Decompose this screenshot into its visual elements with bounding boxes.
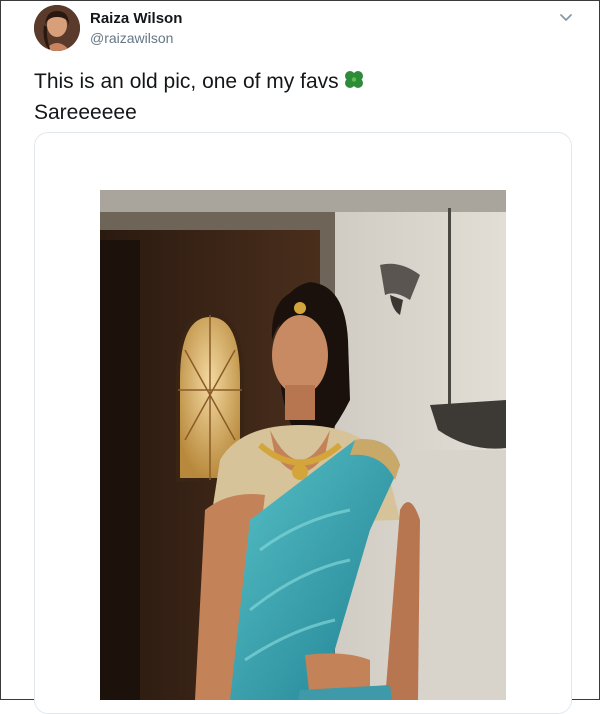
tweet-photo[interactable] [100, 190, 506, 700]
author-name[interactable]: Raiza Wilson [90, 10, 182, 27]
tweet-text-line: Sareeeeee [34, 101, 137, 124]
tweet-text-line: This is an old pic, one of my favs [34, 68, 554, 99]
avatar[interactable] [34, 5, 80, 51]
chevron-down-icon[interactable] [558, 10, 574, 22]
four-leaf-clover-icon [341, 69, 367, 99]
saree-photo-image [100, 190, 506, 700]
avatar-image [34, 5, 80, 51]
tweet-text-line-1: This is an old pic, one of my favs [34, 70, 339, 93]
author-handle[interactable]: @raizawilson [90, 30, 173, 46]
tweet-text: This is an old pic, one of my favs Saree… [34, 68, 554, 127]
